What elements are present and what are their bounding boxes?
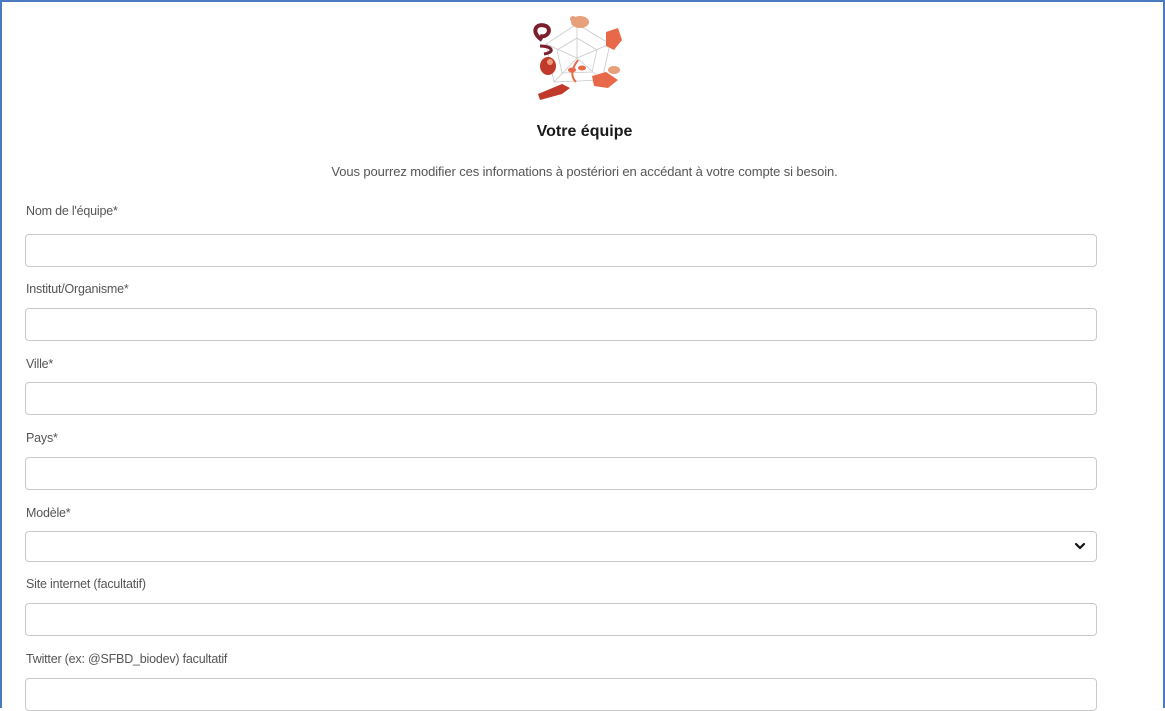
website-label: Site internet (facultatif) [26, 577, 146, 591]
institute-label: Institut/Organisme* [26, 282, 129, 296]
institute-input[interactable] [25, 308, 1097, 341]
website-input[interactable] [25, 603, 1097, 636]
page-subtitle: Vous pourrez modifier ces informations à… [331, 164, 838, 179]
twitter-label: Twitter (ex: @SFBD_biodev) facultatif [26, 652, 228, 666]
page-title: Votre équipe [536, 123, 633, 140]
team-name-input[interactable] [25, 234, 1097, 267]
organism-network-logo [533, 16, 622, 100]
page-frame: Votre équipe Vous pourrez modifier ces i… [0, 0, 1165, 711]
model-label: Modèle* [26, 506, 71, 520]
city-input[interactable] [25, 382, 1097, 415]
twitter-input[interactable] [25, 678, 1097, 711]
city-label: Ville* [26, 357, 54, 371]
chevron-down-icon [1074, 542, 1086, 550]
team-name-label: Nom de l'équipe* [26, 204, 118, 218]
country-label: Pays* [26, 431, 58, 445]
model-select[interactable] [25, 531, 1097, 562]
country-input[interactable] [25, 457, 1097, 490]
